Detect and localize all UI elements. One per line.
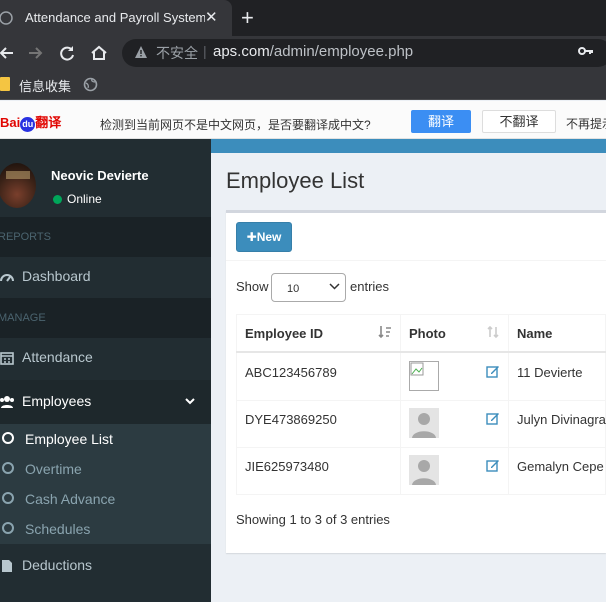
row-divider [236, 447, 606, 448]
column-header-name[interactable]: Name [508, 314, 606, 353]
broken-image-icon [410, 362, 424, 376]
no-translate-button[interactable]: 不翻译 [482, 110, 556, 133]
translate-message: 检测到当前网页不是中文网页，是否要翻译成中文? [100, 118, 371, 132]
browser-tab[interactable]: Attendance and Payroll System ✕ [0, 0, 232, 36]
sidebar-item-label: Employees [22, 393, 92, 409]
user-placeholder-icon [409, 455, 439, 485]
url-text[interactable]: aps.com/admin/employee.php [213, 43, 413, 60]
cell-employee-id: JIE625973480 [245, 459, 329, 474]
tab-title: Attendance and Payroll System [25, 10, 205, 25]
sidebar-item-label: Dashboard [22, 268, 91, 284]
back-icon[interactable] [0, 42, 18, 64]
row-divider [236, 400, 606, 401]
baidu-logo: Bai du 翻译 [0, 115, 62, 132]
calendar-icon [0, 352, 14, 365]
divider [226, 260, 606, 261]
status-label: Online [67, 192, 102, 206]
users-icon [0, 396, 14, 408]
url-separator: | [203, 43, 207, 59]
status-dot-icon [53, 195, 62, 204]
sidebar-item-employees[interactable]: Employees [0, 380, 211, 424]
reload-icon[interactable] [56, 42, 78, 64]
user-name: Neovic Devierte [51, 168, 149, 183]
new-tab-icon[interactable]: + [241, 5, 254, 31]
page-title: Employee List [226, 168, 365, 193]
chevron-down-icon [185, 398, 195, 405]
sidebar-item-label: Attendance [22, 349, 93, 365]
dashboard-icon [0, 274, 14, 282]
forward-icon[interactable] [24, 42, 46, 64]
sidebar-subitem-overtime[interactable]: Overtime [0, 454, 211, 484]
close-tab-icon[interactable]: ✕ [205, 8, 218, 26]
file-icon [2, 560, 12, 572]
edit-photo-icon[interactable] [486, 365, 500, 378]
sidebar-subitem-employee-list[interactable]: Employee List [0, 424, 211, 454]
cell-name: Gemalyn Cepe [517, 459, 604, 474]
edit-photo-icon[interactable] [486, 459, 500, 472]
employee-photo-broken [409, 361, 439, 391]
app-header [211, 139, 606, 153]
bookmark-folder[interactable]: 信息收集 [19, 76, 71, 95]
folder-icon [0, 77, 10, 91]
circle-icon [2, 492, 14, 504]
sidebar-item-dashboard[interactable]: Dashboard [0, 255, 211, 299]
sort-icon[interactable] [486, 325, 500, 339]
never-prompt-link[interactable]: 不再提示 [566, 115, 606, 132]
home-icon[interactable] [88, 42, 110, 64]
sidebar-item-attendance[interactable]: Attendance [0, 336, 211, 380]
cell-employee-id: ABC123456789 [245, 365, 337, 380]
show-label: Show [236, 279, 269, 294]
sidebar-subitem-cash-advance[interactable]: Cash Advance [0, 484, 211, 514]
plus-icon: ✚ [246, 230, 257, 244]
sidebar-header-manage: MANAGE [0, 298, 211, 338]
translate-button[interactable]: 翻译 [411, 110, 471, 133]
warning-icon[interactable] [134, 45, 148, 59]
new-employee-button[interactable]: ✚New [236, 222, 292, 252]
sort-asc-icon[interactable] [378, 325, 392, 339]
cell-name: Julyn Divinagracia [517, 412, 606, 427]
circle-icon [2, 462, 14, 474]
chevron-down-icon [329, 283, 340, 290]
globe-icon[interactable] [83, 77, 98, 92]
sidebar-item-label: Deductions [22, 557, 93, 573]
cell-name: 11 Devierte [517, 365, 583, 380]
circle-icon [2, 522, 14, 534]
user-placeholder-icon [409, 408, 439, 438]
key-icon[interactable] [578, 44, 594, 58]
cell-employee-id: DYE473869250 [245, 412, 337, 427]
sidebar-subitem-schedules[interactable]: Schedules [0, 514, 211, 544]
page-length-value: 10 [287, 283, 300, 295]
insecure-label: 不安全 [156, 45, 198, 61]
circle-icon [2, 432, 14, 444]
column-header-employee-id[interactable]: Employee ID [236, 314, 400, 353]
table-info: Showing 1 to 3 of 3 entries [236, 512, 390, 527]
entries-label: entries [350, 279, 390, 294]
edit-photo-icon[interactable] [486, 412, 500, 425]
globe-icon [0, 11, 13, 25]
sidebar-item-deductions[interactable]: Deductions [0, 544, 211, 588]
sidebar-header-reports: REPORTS [0, 217, 211, 257]
